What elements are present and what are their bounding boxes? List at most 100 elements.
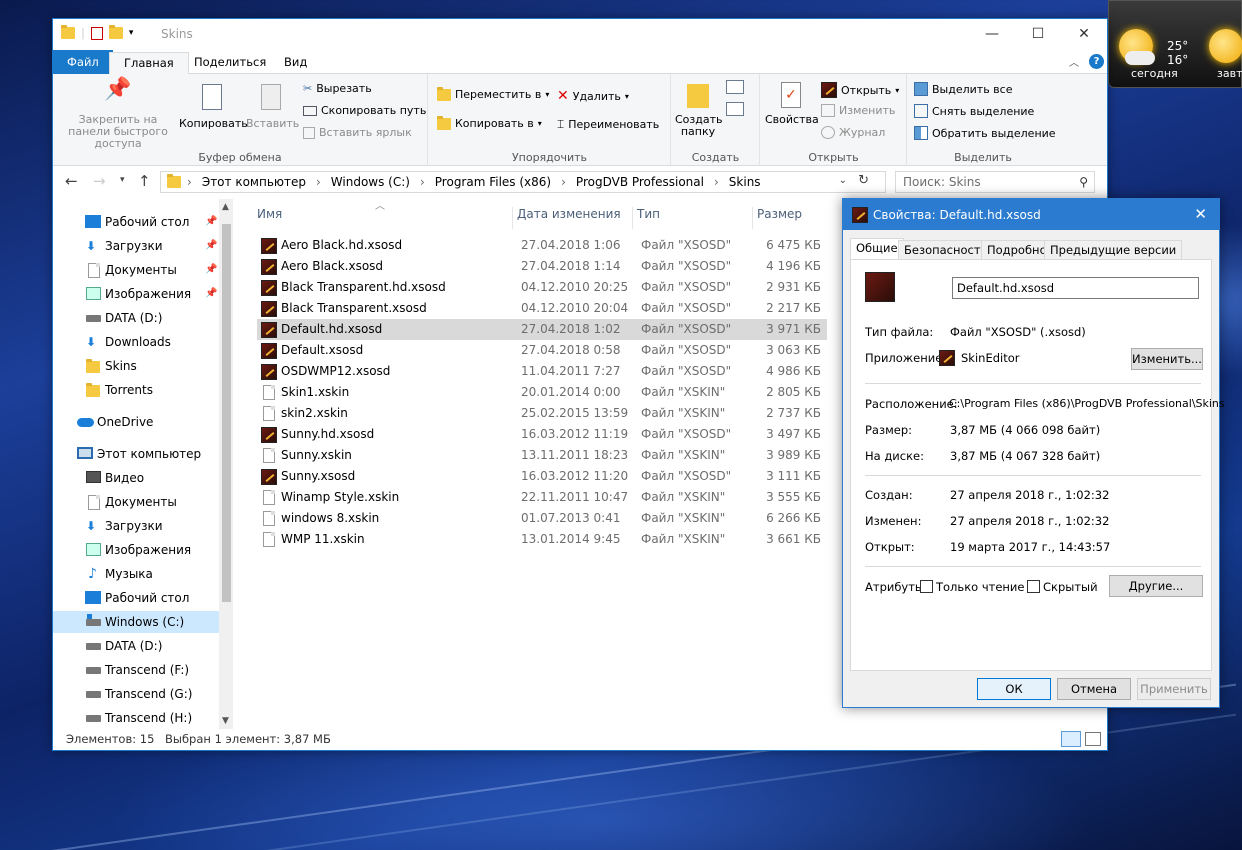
dialog-title-bar[interactable]: Свойства: Default.hd.xsosd ✕ bbox=[843, 199, 1219, 230]
move-to-button[interactable]: Переместить в ▾ bbox=[437, 86, 549, 101]
nav-item-this-pc[interactable]: Этот компьютер bbox=[53, 443, 219, 465]
select-all-button[interactable]: Выделить все bbox=[914, 82, 1012, 96]
paste-button[interactable]: Вставить bbox=[246, 84, 299, 130]
nav-item[interactable]: Transcend (G:) bbox=[53, 683, 219, 705]
breadcrumb-program-files[interactable]: Program Files (x86) bbox=[435, 175, 551, 189]
nav-item[interactable]: ⬇ Downloads bbox=[53, 331, 219, 353]
new-item-icon[interactable] bbox=[726, 80, 744, 94]
help-icon[interactable]: ? bbox=[1089, 54, 1104, 69]
breadcrumb-skins[interactable]: Skins bbox=[729, 175, 761, 189]
tab-security[interactable]: Безопасность bbox=[898, 240, 994, 260]
tab-details[interactable]: Подробно bbox=[981, 240, 1053, 260]
copy-button[interactable]: Копировать bbox=[179, 84, 248, 130]
other-attributes-button[interactable]: Другие... bbox=[1109, 575, 1203, 597]
nav-item[interactable]: Transcend (H:) bbox=[53, 707, 219, 729]
column-header-size[interactable]: Размер bbox=[757, 207, 829, 229]
properties-button[interactable]: ✓ Свойства bbox=[765, 82, 819, 126]
recent-chevron-icon[interactable]: ▾ bbox=[120, 175, 125, 185]
table-row[interactable]: Sunny.hd.xsosd 16.03.2012 11:19 Файл "XSOS… bbox=[257, 424, 827, 445]
nav-item-windows-c[interactable]: Windows (C:) bbox=[53, 611, 219, 633]
table-row[interactable]: Black Transparent.xsosd 04.12.2010 20:04 Ф… bbox=[257, 298, 827, 319]
scroll-down-icon[interactable]: ▼ bbox=[222, 716, 229, 726]
chevron-down-icon[interactable]: ▾ bbox=[129, 28, 134, 38]
nav-item[interactable]: Skins bbox=[53, 355, 219, 377]
nav-item[interactable]: Изображения bbox=[53, 539, 219, 561]
table-row[interactable]: Winamp Style.xskin 22.11.2011 10:47 Файл "… bbox=[257, 487, 827, 508]
breadcrumb-c-drive[interactable]: Windows (C:) bbox=[331, 175, 410, 189]
table-row[interactable]: Default.hd.xsosd 27.04.2018 1:02 Файл "XSO… bbox=[257, 319, 827, 340]
readonly-checkbox[interactable]: Только чтение bbox=[920, 580, 1024, 594]
copy-path-button[interactable]: Скопировать путь bbox=[303, 104, 426, 117]
tab-home[interactable]: Главная bbox=[109, 52, 189, 75]
large-icons-view-icon[interactable] bbox=[1085, 732, 1101, 746]
tab-share[interactable]: Поделиться bbox=[180, 52, 280, 74]
maximize-button[interactable]: ☐ bbox=[1015, 19, 1061, 49]
chevron-up-icon[interactable]: ︿ bbox=[1069, 54, 1079, 69]
breadcrumb-this-pc[interactable]: Этот компьютер bbox=[202, 175, 306, 189]
nav-item[interactable]: Рабочий стол bbox=[53, 587, 219, 609]
address-bar[interactable]: › Этот компьютер › Windows (C:) › Program … bbox=[160, 171, 886, 193]
ok-button[interactable]: ОК bbox=[977, 678, 1051, 700]
cut-button[interactable]: ✂ Вырезать bbox=[303, 82, 372, 95]
up-arrow-icon[interactable]: ↑ bbox=[138, 172, 151, 190]
apply-button[interactable]: Применить bbox=[1137, 678, 1211, 700]
table-row[interactable]: WMP 11.xskin 13.01.2014 9:45 Файл "XSKIN" 3… bbox=[257, 529, 827, 550]
breadcrumb-progdvb[interactable]: ProgDVB Professional bbox=[576, 175, 704, 189]
dialog-close-icon[interactable]: ✕ bbox=[1194, 205, 1207, 223]
open-button[interactable]: Открыть ▾ bbox=[821, 82, 899, 98]
copy-to-button[interactable]: Копировать в ▾ bbox=[437, 115, 542, 130]
table-row[interactable]: Aero Black.xsosd 27.04.2018 1:14 Файл "XSO… bbox=[257, 256, 827, 277]
tab-file[interactable]: Файл bbox=[53, 50, 113, 74]
tab-previous-versions[interactable]: Предыдущие версии bbox=[1044, 240, 1183, 260]
nav-item[interactable]: Рабочий стол 📌 bbox=[53, 211, 219, 233]
forward-arrow-icon[interactable]: → bbox=[93, 172, 106, 190]
tab-general[interactable]: Общие bbox=[850, 238, 904, 259]
tab-view[interactable]: Вид bbox=[270, 52, 321, 74]
cancel-button[interactable]: Отмена bbox=[1057, 678, 1131, 700]
nav-item-onedrive[interactable]: OneDrive bbox=[53, 411, 219, 433]
table-row[interactable]: skin2.xskin 25.02.2015 13:59 Файл "XSKIN" 2… bbox=[257, 403, 827, 424]
table-row[interactable]: Sunny.xskin 13.11.2011 18:23 Файл "XSKIN" 3… bbox=[257, 445, 827, 466]
pin-button[interactable]: 📌 Закрепить на панели быстрого доступа bbox=[58, 79, 178, 150]
nav-item[interactable]: Transcend (F:) bbox=[53, 659, 219, 681]
column-header-date[interactable]: Дата изменения bbox=[517, 207, 633, 229]
nav-item[interactable]: Документы bbox=[53, 491, 219, 513]
paste-shortcut-button[interactable]: Вставить ярлык bbox=[303, 126, 412, 139]
edit-button[interactable]: Изменить bbox=[821, 104, 895, 117]
new-folder-button[interactable]: Создать папку bbox=[675, 84, 723, 138]
table-row[interactable]: Sunny.xsosd 16.03.2012 11:20 Файл "XSOSD" 3… bbox=[257, 466, 827, 487]
change-app-button[interactable]: Изменить... bbox=[1131, 348, 1203, 370]
hidden-checkbox[interactable]: Скрытый bbox=[1027, 580, 1098, 594]
back-arrow-icon[interactable]: ← bbox=[65, 172, 78, 190]
filename-input[interactable]: Default.hd.xsosd bbox=[952, 277, 1199, 299]
nav-item[interactable]: Torrents bbox=[53, 379, 219, 401]
nav-item[interactable]: ♪ Музыка bbox=[53, 563, 219, 585]
nav-item[interactable]: Видео bbox=[53, 467, 219, 489]
nav-item[interactable]: DATA (D:) bbox=[53, 307, 219, 329]
table-row[interactable]: Black Transparent.hd.xsosd 04.12.2010 20:… bbox=[257, 277, 827, 298]
table-row[interactable]: Aero Black.hd.xsosd 27.04.2018 1:06 Файл "… bbox=[257, 235, 827, 256]
column-header-type[interactable]: Тип bbox=[637, 207, 753, 229]
invert-selection-button[interactable]: Обратить выделение bbox=[914, 126, 1056, 140]
table-row[interactable]: OSDWMP12.xsosd 11.04.2011 7:27 Файл "XSOSD… bbox=[257, 361, 827, 382]
close-button[interactable]: ✕ bbox=[1061, 19, 1107, 49]
properties-check-icon[interactable] bbox=[90, 26, 103, 40]
nav-item[interactable]: DATA (D:) bbox=[53, 635, 219, 657]
table-row[interactable]: Skin1.xskin 20.01.2014 0:00 Файл "XSKIN" 2 … bbox=[257, 382, 827, 403]
nav-item[interactable]: ⬇ Загрузки bbox=[53, 515, 219, 537]
nav-item[interactable]: Изображения 📌 bbox=[53, 283, 219, 305]
nav-item[interactable]: ⬇ Загрузки 📌 bbox=[53, 235, 219, 257]
scrollbar-thumb[interactable] bbox=[222, 224, 231, 602]
weather-gadget[interactable]: 25° 16° сегодня завт bbox=[1108, 0, 1242, 88]
easy-access-icon[interactable] bbox=[726, 102, 744, 116]
minimize-button[interactable]: — bbox=[969, 19, 1015, 49]
delete-button[interactable]: ✕ Удалить ▾ bbox=[557, 88, 629, 104]
new-folder-icon[interactable] bbox=[108, 25, 123, 39]
table-row[interactable]: Default.xsosd 27.04.2018 0:58 Файл "XSOSD"… bbox=[257, 340, 827, 361]
search-input[interactable]: Поиск: Skins ⚲ bbox=[895, 171, 1095, 193]
refresh-icon[interactable]: ↻ bbox=[858, 173, 869, 188]
rename-button[interactable]: ⌶ Переименовать bbox=[557, 117, 659, 132]
scroll-up-icon[interactable]: ▲ bbox=[222, 202, 229, 212]
nav-item[interactable]: Документы 📌 bbox=[53, 259, 219, 281]
column-header-name[interactable]: Имя bbox=[257, 207, 513, 229]
